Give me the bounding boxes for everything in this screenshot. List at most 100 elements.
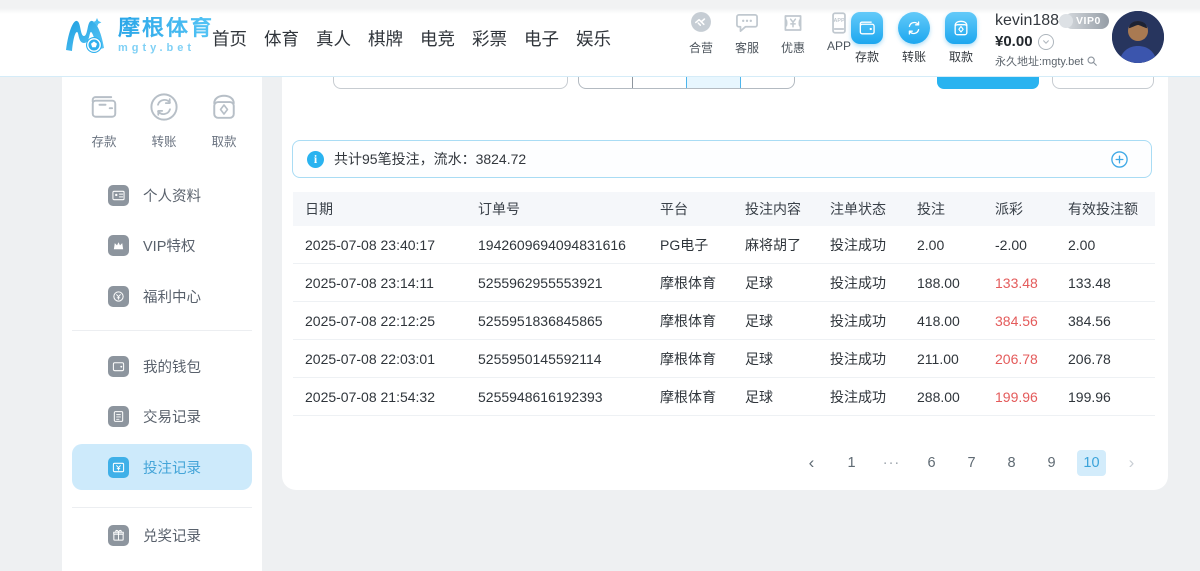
sidebar-item-wallet[interactable]: 我的钱包 (72, 344, 252, 388)
top-navbar: 摩根体育 mgty.bet 首页 体育 真人 棋牌 电竞 彩票 电子 娱乐 合营… (0, 0, 1200, 77)
sidebar-item-prize-records[interactable]: 兑奖记录 (72, 513, 252, 557)
partner-link[interactable]: 合营 (684, 10, 718, 56)
cell-date: 2025-07-08 22:12:25 (293, 302, 466, 339)
cell-date: 2025-07-08 21:54:32 (293, 378, 466, 415)
plus-circle-icon[interactable] (1110, 150, 1129, 169)
column-header: 订单号 (466, 192, 648, 226)
logo-mark-icon (60, 10, 110, 60)
sidebar-deposit-button[interactable]: 存款 (86, 89, 122, 150)
utility-links: 合营 客服 优惠 APP APP (684, 10, 856, 56)
pagination-page-7[interactable]: 7 (957, 450, 986, 476)
segment-cell-3-selected[interactable] (686, 77, 740, 88)
divider (72, 330, 252, 331)
pagination-next[interactable]: › (1117, 450, 1146, 476)
sidebar-quick-label: 转账 (151, 131, 176, 150)
sidebar-item-transactions[interactable]: 交易记录 (72, 394, 252, 438)
cell-payout: 384.56 (983, 302, 1056, 339)
transfer-icon (898, 12, 930, 44)
pagination-page-9[interactable]: 9 (1037, 450, 1066, 476)
cell-payout: 206.78 (983, 340, 1056, 377)
crown-icon (108, 235, 129, 256)
cell-order_id: 5255951836845865 (466, 302, 648, 339)
cell-stake: 288.00 (905, 378, 983, 415)
customer-service-link[interactable]: 客服 (730, 10, 764, 56)
svg-text:APP: APP (833, 18, 845, 24)
quick-action-label: 转账 (902, 48, 926, 65)
cell-content: 足球 (733, 264, 818, 301)
date-range-segment (578, 77, 795, 89)
cell-valid_amount: 384.56 (1056, 302, 1155, 339)
search-button[interactable] (937, 77, 1039, 89)
summary-text: 共计95笔投注，流水：3824.72 (334, 149, 526, 169)
cell-payout: 133.48 (983, 264, 1056, 301)
transfer-button[interactable]: 转账 (897, 12, 931, 65)
cell-status: 投注成功 (818, 302, 905, 339)
table-header-row: 日期订单号平台投注内容注单状态投注派彩有效投注额 (293, 192, 1155, 226)
cell-content: 足球 (733, 302, 818, 339)
nav-item-live-casino[interactable]: 真人 (316, 26, 351, 51)
withdraw-button[interactable]: 取款 (944, 12, 978, 65)
user-avatar[interactable] (1112, 11, 1164, 63)
cell-status: 投注成功 (818, 378, 905, 415)
bet-records-table: 日期订单号平台投注内容注单状态投注派彩有效投注额 2025-07-08 23:4… (293, 192, 1155, 416)
promotions-link[interactable]: 优惠 (776, 10, 810, 56)
segment-cell-2[interactable] (632, 77, 686, 88)
cell-status: 投注成功 (818, 264, 905, 301)
pagination-prev[interactable]: ‹ (797, 450, 826, 476)
segment-cell-1[interactable] (579, 77, 632, 88)
pagination-page-10[interactable]: 10 (1077, 450, 1106, 476)
sidebar-item-label: 福利中心 (143, 286, 201, 307)
info-icon: i (307, 151, 324, 168)
sidebar-item-profile[interactable]: 个人资料 (72, 173, 252, 217)
segment-cell-4[interactable] (740, 77, 794, 88)
main-nav: 首页 体育 真人 棋牌 电竞 彩票 电子 娱乐 (212, 26, 611, 51)
sidebar-item-label: 兑奖记录 (143, 525, 201, 546)
site-logo[interactable]: 摩根体育 mgty.bet (60, 10, 214, 60)
nav-item-slots[interactable]: 电子 (524, 26, 559, 51)
cell-valid_amount: 199.96 (1056, 378, 1155, 415)
nav-item-lottery[interactable]: 彩票 (472, 26, 507, 51)
nav-item-board-games[interactable]: 棋牌 (368, 26, 403, 51)
nav-item-sports[interactable]: 体育 (264, 26, 299, 51)
cell-payout: 199.96 (983, 378, 1056, 415)
sidebar-item-bet-records[interactable]: 投注记录 (72, 444, 252, 490)
cell-order_id: 5255948616192393 (466, 378, 648, 415)
pagination-page-6[interactable]: 6 (917, 450, 946, 476)
deposit-button[interactable]: 存款 (850, 12, 884, 65)
withdraw-outline-icon (206, 89, 242, 125)
cell-stake: 188.00 (905, 264, 983, 301)
nav-item-entertainment[interactable]: 娱乐 (576, 26, 611, 51)
sidebar-withdraw-button[interactable]: 取款 (206, 89, 242, 150)
cell-payout: -2.00 (983, 226, 1056, 263)
nav-item-home[interactable]: 首页 (212, 26, 247, 51)
magnifier-icon[interactable] (1086, 55, 1098, 67)
withdraw-icon (945, 12, 977, 44)
filter-search-input[interactable] (333, 77, 568, 89)
table-row: 2025-07-08 23:40:171942609694094831616PG… (293, 226, 1155, 264)
table-row: 2025-07-08 22:12:255255951836845865摩根体育足… (293, 302, 1155, 340)
username: kevin188 (995, 12, 1059, 30)
balance-amount: ¥0.00 (995, 33, 1033, 50)
reset-button[interactable] (1052, 77, 1154, 89)
transaction-record-icon (108, 406, 129, 427)
customer-service-icon (734, 10, 760, 36)
cell-content: 麻将胡了 (733, 226, 818, 263)
bet-record-icon (108, 457, 129, 478)
column-header: 平台 (648, 192, 733, 226)
gift-icon (108, 525, 129, 546)
deposit-icon (851, 12, 883, 44)
nav-item-esports[interactable]: 电竞 (420, 26, 455, 51)
pagination-page-1[interactable]: 1 (837, 450, 866, 476)
sidebar-item-label: VIP特权 (143, 235, 195, 256)
table-row: 2025-07-08 23:14:115255962955553921摩根体育足… (293, 264, 1155, 302)
pagination-page-8[interactable]: 8 (997, 450, 1026, 476)
sidebar-item-vip[interactable]: VIP特权 (72, 223, 252, 267)
column-header: 投注内容 (733, 192, 818, 226)
chevron-down-icon[interactable] (1038, 34, 1054, 50)
cell-order_id: 1942609694094831616 (466, 226, 648, 263)
deposit-outline-icon (86, 89, 122, 125)
transfer-outline-icon (146, 89, 182, 125)
id-card-icon (108, 185, 129, 206)
sidebar-transfer-button[interactable]: 转账 (146, 89, 182, 150)
sidebar-item-benefits[interactable]: 福利中心 (72, 274, 252, 318)
